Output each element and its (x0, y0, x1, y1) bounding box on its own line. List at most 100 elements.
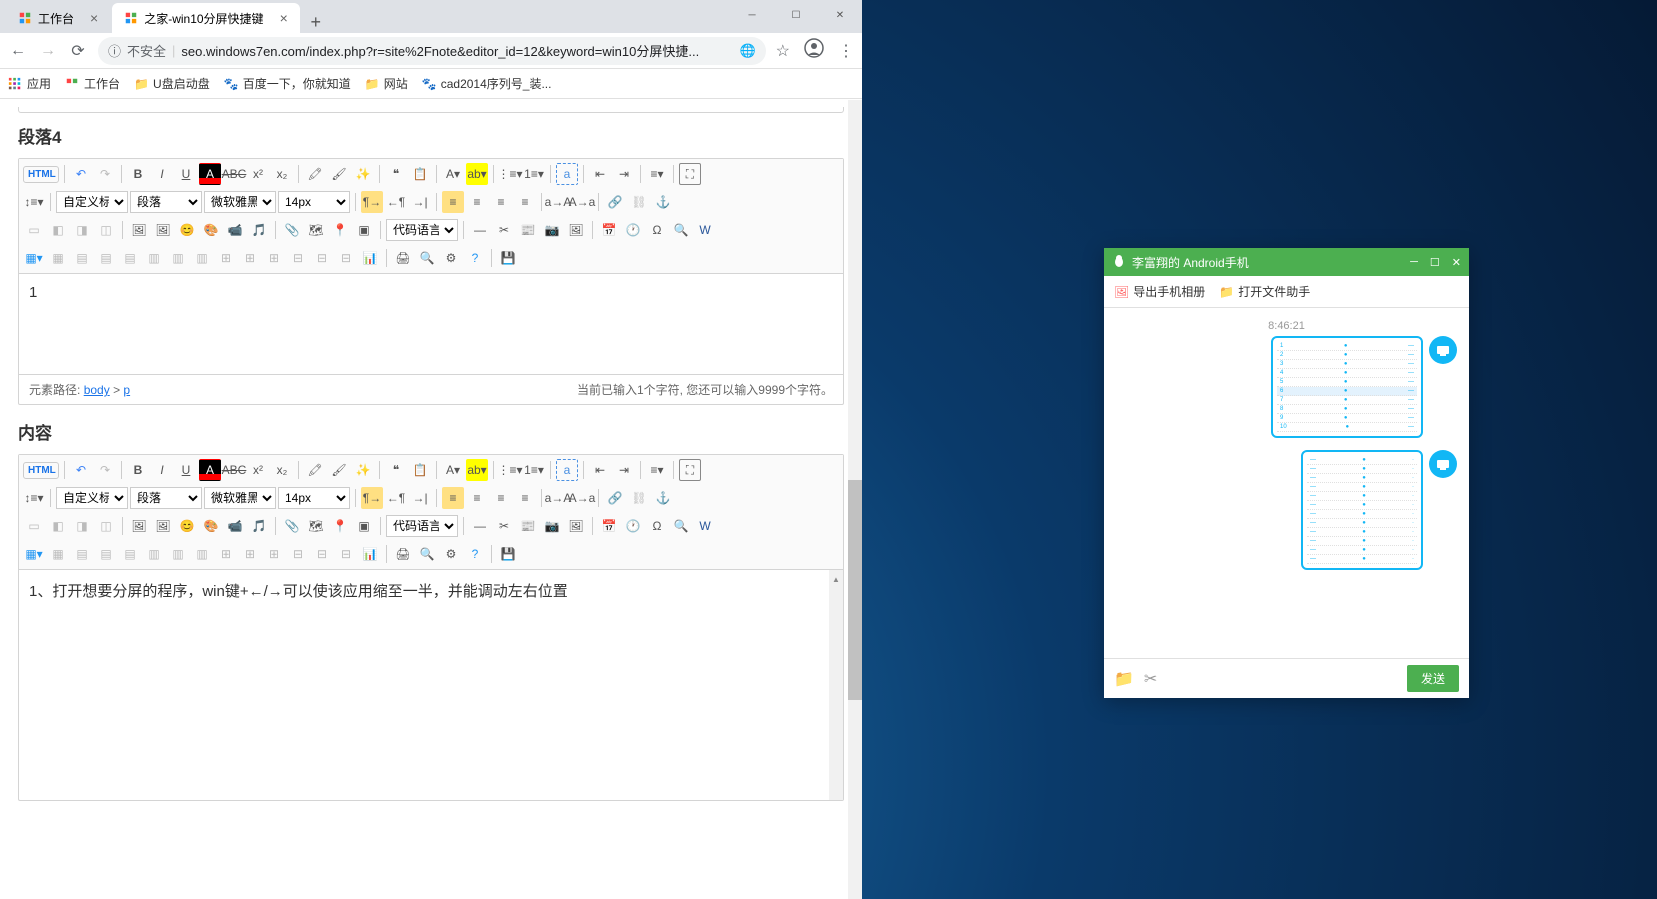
video-icon[interactable]: 📹 (224, 219, 246, 241)
split-cols-icon[interactable]: ⊟ (335, 247, 357, 269)
align-left-icon[interactable]: ≡ (442, 191, 464, 213)
quote-icon[interactable]: ❝ (385, 459, 407, 481)
bookmark-item[interactable]: 🐾cad2014序列号_装... (422, 75, 552, 92)
link-icon[interactable]: 🔗 (604, 487, 626, 509)
undo-icon[interactable]: ↶ (70, 163, 92, 185)
html-button[interactable]: HTML (23, 462, 59, 479)
insert-image-icon[interactable]: 🖼 (128, 515, 150, 537)
help-icon[interactable]: ? (464, 543, 486, 565)
row-after-icon[interactable]: ▤ (95, 543, 117, 565)
font-select[interactable]: 微软雅黑 (204, 191, 276, 213)
backcolor-icon[interactable]: ab▾ (466, 459, 488, 481)
row-after-icon[interactable]: ▤ (95, 247, 117, 269)
align-left-icon[interactable]: ≡ (442, 487, 464, 509)
redo-icon[interactable]: ↷ (94, 459, 116, 481)
searchreplace-icon[interactable]: 🔍 (670, 515, 692, 537)
video-icon[interactable]: 📹 (224, 515, 246, 537)
scrollbar-thumb[interactable] (848, 480, 862, 700)
brush-icon[interactable]: 🖌 (328, 459, 350, 481)
merge-down-icon[interactable]: ⊞ (263, 543, 285, 565)
indent-right-icon[interactable]: ⇥ (613, 459, 635, 481)
italic-icon[interactable]: I (151, 163, 173, 185)
emotion-icon[interactable]: 😊 (176, 515, 198, 537)
align-justify-icon[interactable]: ≡ (514, 191, 536, 213)
drafts-icon[interactable]: ⚙ (440, 543, 462, 565)
print-icon[interactable]: 🖨 (392, 247, 414, 269)
fullscreen-icon[interactable]: ⛶ (679, 459, 701, 481)
indent-icon[interactable]: →| (409, 487, 431, 509)
ul-icon[interactable]: ⋮≡▾ (499, 459, 521, 481)
heading-select[interactable]: 自定义标题 (56, 487, 128, 509)
col-before-icon[interactable]: ▥ (143, 247, 165, 269)
indent-left-icon[interactable]: ⇤ (589, 163, 611, 185)
export-album-button[interactable]: 🖼 导出手机相册 (1114, 283, 1205, 300)
image-right-icon[interactable]: ◨ (71, 515, 93, 537)
tab-note-editor[interactable]: 之家-win10分屏快捷键 × (112, 3, 300, 33)
selectall-icon[interactable]: a (556, 163, 578, 185)
snapscreen-icon[interactable]: 📷 (541, 219, 563, 241)
split-rows-icon[interactable]: ⊟ (311, 247, 333, 269)
fontcolor-icon[interactable]: A (199, 459, 221, 481)
superscript-icon[interactable]: x² (247, 459, 269, 481)
wordimage-icon[interactable]: 🖼 (565, 219, 587, 241)
map-icon[interactable]: 🗺 (305, 515, 327, 537)
merge-icon[interactable]: ⊞ (215, 543, 237, 565)
codelang-select[interactable]: 代码语言 (386, 219, 458, 241)
pagebreak-icon[interactable]: ✂ (493, 515, 515, 537)
preview-icon[interactable]: 🔍 (416, 247, 438, 269)
indent-left-icon[interactable]: ⇤ (589, 459, 611, 481)
scrollbar[interactable]: ▲ (829, 570, 843, 800)
frame-icon[interactable]: ▣ (353, 219, 375, 241)
path-p[interactable]: p (123, 383, 130, 397)
pasteplain-icon[interactable]: 📋 (409, 163, 431, 185)
forecolor-icon[interactable]: A▾ (442, 163, 464, 185)
time-icon[interactable]: 🕐 (622, 219, 644, 241)
table-icon[interactable]: ▦▾ (23, 247, 45, 269)
lineheight-icon[interactable]: ↕≡▾ (23, 191, 45, 213)
spechars-icon[interactable]: Ω (646, 515, 668, 537)
html-button[interactable]: HTML (23, 166, 59, 183)
row-before-icon[interactable]: ▤ (71, 247, 93, 269)
indent-icon[interactable]: →| (409, 191, 431, 213)
reload-button[interactable]: ⟳ (68, 41, 88, 61)
align-center-icon[interactable]: ≡ (466, 191, 488, 213)
undo-icon[interactable]: ↶ (70, 459, 92, 481)
multi-image-icon[interactable]: 🖼 (152, 219, 174, 241)
font-select[interactable]: 微软雅黑 (204, 487, 276, 509)
highlighter-icon[interactable]: 🖍 (304, 459, 326, 481)
close-icon[interactable]: × (280, 10, 288, 26)
anchor-icon[interactable]: ⚓ (652, 487, 674, 509)
uppercase-icon[interactable]: a→A (547, 487, 569, 509)
lowercase-icon[interactable]: A→a (571, 487, 593, 509)
split-icon[interactable]: ⊟ (287, 543, 309, 565)
avatar[interactable] (1429, 336, 1457, 364)
align-icon[interactable]: ≡▾ (646, 163, 668, 185)
col-after-icon[interactable]: ▥ (167, 247, 189, 269)
gmap-icon[interactable]: 📍 (329, 515, 351, 537)
translate-icon[interactable]: 🌐 (739, 43, 755, 59)
hr-icon[interactable]: — (469, 515, 491, 537)
image-none-icon[interactable]: ▭ (23, 219, 45, 241)
insert-image-icon[interactable]: 🖼 (128, 219, 150, 241)
time-icon[interactable]: 🕐 (622, 515, 644, 537)
message-bubble[interactable]: 1●— 2●— 3●— 4●— 5●— 6●— 7●— 8●— 9●— 10●— (1271, 336, 1423, 438)
quote-icon[interactable]: ❝ (385, 163, 407, 185)
table-icon[interactable]: ▦▾ (23, 543, 45, 565)
forward-button[interactable]: → (38, 41, 58, 61)
frame-icon[interactable]: ▣ (353, 515, 375, 537)
back-button[interactable]: ← (8, 41, 28, 61)
col-del-icon[interactable]: ▥ (191, 543, 213, 565)
folder-icon[interactable]: 📁 (1114, 669, 1134, 689)
bookmark-item[interactable]: 工作台 (65, 75, 120, 92)
url-input[interactable]: ⓘ 不安全 | seo.windows7en.com/index.php?r=s… (98, 37, 766, 65)
close-icon[interactable]: × (90, 10, 98, 26)
align-icon[interactable]: ≡▾ (646, 459, 668, 481)
pasteplain-icon[interactable]: 📋 (409, 459, 431, 481)
ul-icon[interactable]: ⋮≡▾ (499, 163, 521, 185)
profile-icon[interactable] (804, 38, 824, 63)
multi-image-icon[interactable]: 🖼 (152, 515, 174, 537)
chat-input[interactable] (1167, 666, 1397, 692)
subscript-icon[interactable]: x₂ (271, 163, 293, 185)
maximize-button[interactable]: ☐ (774, 0, 818, 30)
date-icon[interactable]: 📅 (598, 219, 620, 241)
